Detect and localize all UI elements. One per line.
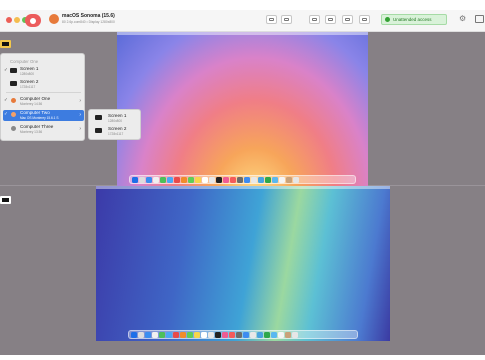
view-split-button[interactable] <box>281 15 292 24</box>
display-icon <box>95 115 102 120</box>
menu-header: Computer One <box>10 59 39 64</box>
remote-screen-1[interactable] <box>117 32 368 186</box>
title-bar: macOS Sonoma (15.6) 80 2.6p.com840 • Dis… <box>0 10 485 32</box>
chevron-right-icon: › <box>79 126 81 132</box>
unattended-access-badge[interactable]: Unattended access <box>381 14 447 25</box>
menu-item-label: Screen 2 <box>20 79 39 84</box>
stack-icon <box>345 18 350 21</box>
copy-icon <box>328 18 333 21</box>
menu-item-computer-one[interactable]: ✓ Computer One Monterey 14.56 › <box>3 96 84 107</box>
menu-item-computer-two[interactable]: ✓ Computer Two Mac OS Monterey 15.6.1 S … <box>3 110 84 121</box>
menu-item-sub: Monterey 14.56 <box>20 102 43 106</box>
computer-two-submenu: Screen 1 1280x800 Screen 2 1728x1117 <box>88 109 141 140</box>
view-fit-button[interactable] <box>266 15 277 24</box>
fit-screen-icon <box>269 18 274 21</box>
menu-item-sub: 1728x1117 <box>20 85 36 89</box>
chevron-right-icon: › <box>79 98 81 104</box>
remote-screen-2[interactable] <box>96 186 390 341</box>
menu-separator <box>6 92 81 93</box>
chevron-right-icon: › <box>79 112 81 118</box>
menu-item-sub: 1280x800 <box>108 119 123 123</box>
submenu-item-screen-1[interactable]: Screen 1 1280x800 <box>91 113 140 124</box>
display-copy-button[interactable] <box>325 15 336 24</box>
menu-item-sub: Monterey 13.56 <box>20 130 43 134</box>
checkmark-icon: ✓ <box>4 111 8 116</box>
display-single-button[interactable] <box>309 15 320 24</box>
computer-icon <box>11 112 16 117</box>
computer-icon <box>11 98 16 103</box>
menu-item-computer-three[interactable]: Computer Three Monterey 13.56 › <box>3 124 84 135</box>
menu-item-label: Computer One <box>20 96 51 101</box>
display-icon <box>95 128 102 133</box>
display-icon <box>10 81 17 86</box>
menu-item-label: Computer Three <box>20 124 54 129</box>
display-stack-button[interactable] <box>342 15 353 24</box>
access-status-icon <box>385 17 390 22</box>
screen-selector-bottom[interactable] <box>0 196 11 204</box>
menu-item-label: Computer Two <box>20 110 50 115</box>
menu-item-sub: 1728x1117 <box>108 132 124 136</box>
single-display-icon <box>312 18 317 21</box>
close-window-button[interactable] <box>6 17 12 23</box>
menu-item-label: Screen 2 <box>108 126 127 131</box>
display-icon <box>10 68 17 73</box>
computer-menu: Computer One ✓ Screen 1 1280x800 Screen … <box>0 53 85 141</box>
remote-desktop-window: macOS Sonoma (15.6) 80 2.6p.com840 • Dis… <box>0 0 485 360</box>
menu-item-sub: 1280x800 <box>20 72 35 76</box>
checkmark-icon: ✓ <box>4 67 8 72</box>
submenu-item-screen-2[interactable]: Screen 2 1728x1117 <box>91 126 140 137</box>
menu-item-label: Screen 1 <box>20 66 39 71</box>
remote-menubar <box>117 32 368 35</box>
display-icon <box>2 198 9 202</box>
record-icon <box>30 17 36 24</box>
window-title: macOS Sonoma (15.6) <box>62 13 115 19</box>
screen-selector-top[interactable] <box>0 40 11 48</box>
computer-icon <box>11 126 16 131</box>
menu-item-sub: Mac OS Monterey 15.6.1 S <box>20 116 59 120</box>
window-subtitle: 80 2.6p.com840 • Display 1280x800 <box>62 20 115 24</box>
menu-item-screen-1[interactable]: ✓ Screen 1 1280x800 <box>3 66 84 77</box>
display-grid-button[interactable] <box>359 15 370 24</box>
minimize-window-button[interactable] <box>14 17 20 23</box>
sidebar-toggle-icon[interactable] <box>475 15 484 23</box>
gear-icon[interactable]: ⚙ <box>459 14 466 24</box>
record-button[interactable] <box>25 14 41 27</box>
remote-menubar <box>96 186 390 189</box>
remote-dock[interactable] <box>128 330 358 339</box>
menu-item-screen-2[interactable]: Screen 2 1728x1117 <box>3 79 84 90</box>
grid-icon <box>362 18 367 21</box>
unattended-access-label: Unattended access <box>393 16 432 22</box>
macos-app-icon <box>49 14 59 24</box>
menu-item-label: Screen 1 <box>108 113 127 118</box>
display-icon <box>2 42 9 46</box>
remote-dock[interactable] <box>129 175 356 184</box>
checkmark-icon: ✓ <box>4 97 8 102</box>
split-view-icon <box>284 18 289 21</box>
